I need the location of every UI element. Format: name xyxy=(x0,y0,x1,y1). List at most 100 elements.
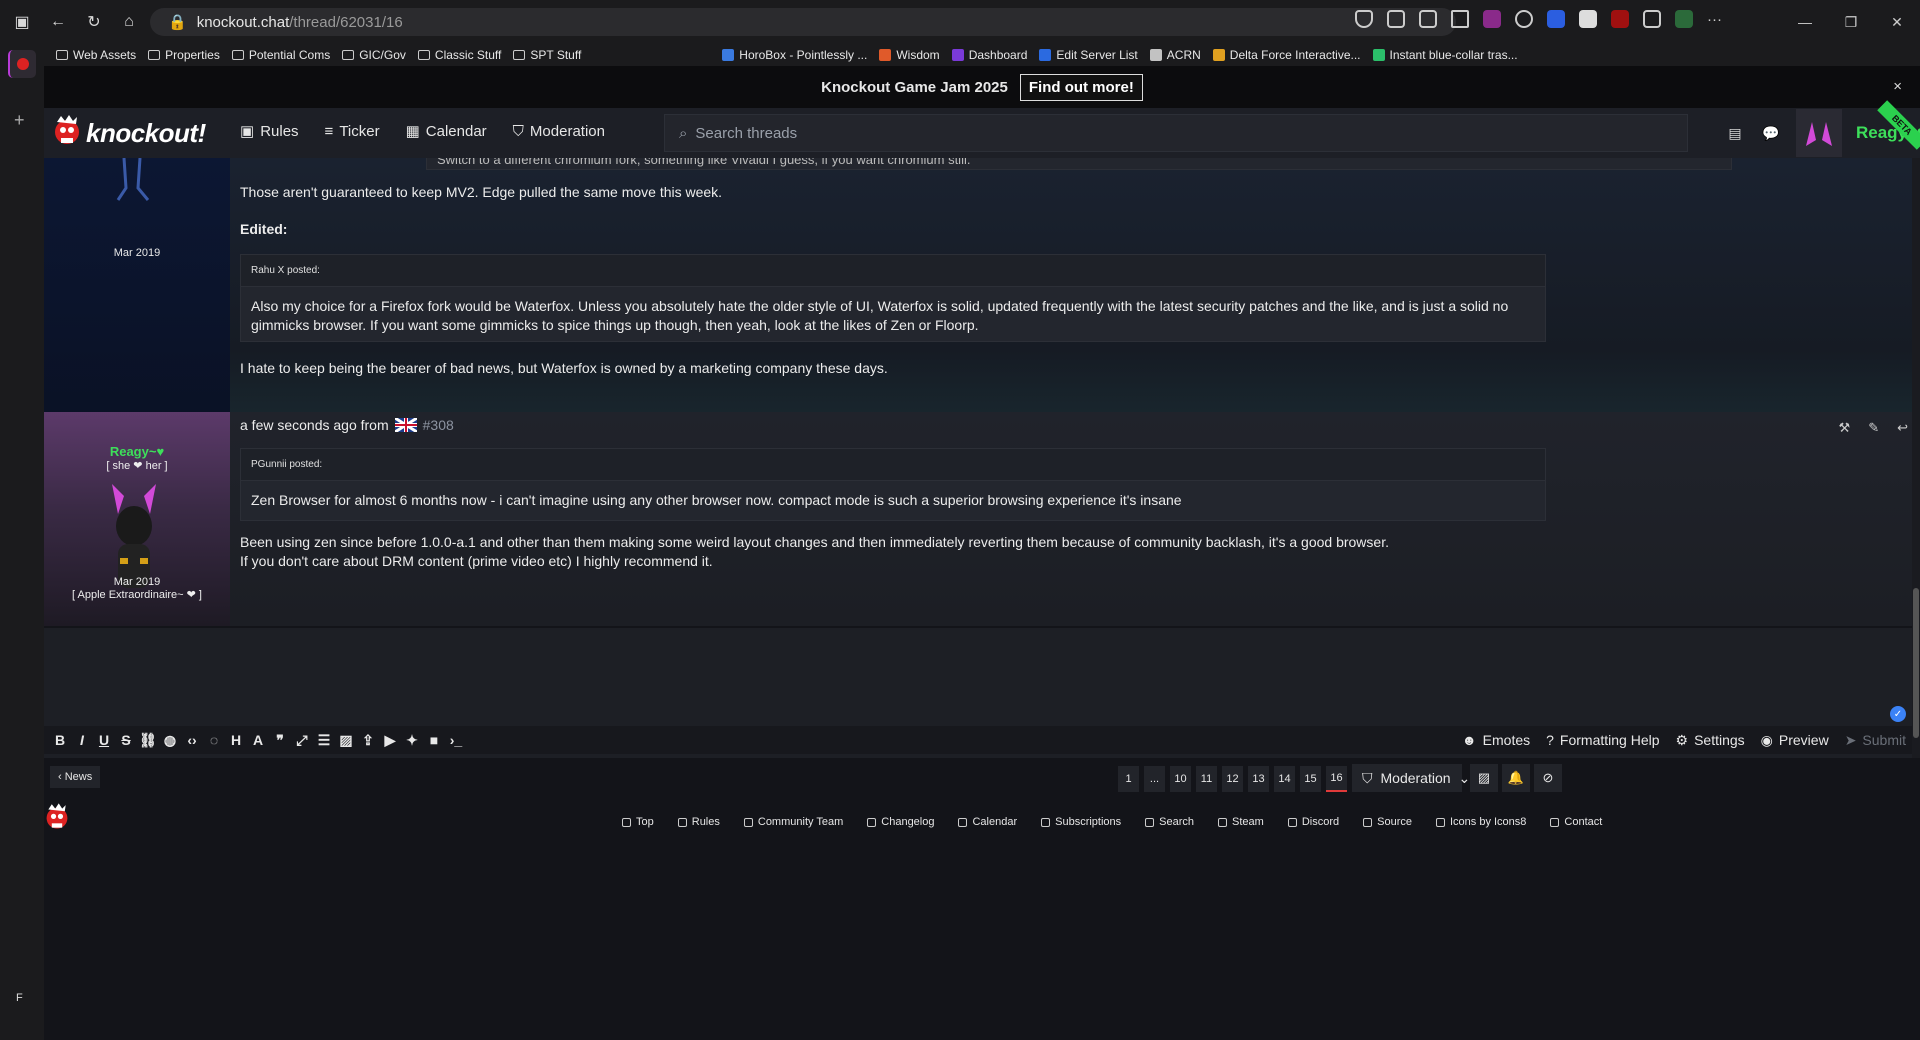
page-button[interactable]: 11 xyxy=(1196,766,1217,792)
expand-icon[interactable]: ⤢ xyxy=(294,732,310,748)
page-scrollbar[interactable] xyxy=(1912,158,1920,758)
terminal-icon[interactable]: ›_ xyxy=(448,732,464,748)
footer-link[interactable]: Top xyxy=(622,816,654,828)
quote-header[interactable]: Rahu X posted: xyxy=(241,255,1545,287)
globe-icon[interactable]: ◍ xyxy=(162,732,178,748)
underline-icon[interactable]: U xyxy=(96,732,112,748)
reply-icon[interactable]: ↩ xyxy=(1897,420,1908,436)
moderation-dropdown[interactable]: ⛉ Moderation ⌄ xyxy=(1352,764,1470,792)
bookmark-item[interactable]: Potential Coms xyxy=(231,48,330,62)
bookmark-item[interactable]: Instant blue-collar tras... xyxy=(1372,48,1518,62)
edit-icon[interactable]: ✎ xyxy=(1868,420,1879,436)
footer-link[interactable]: Changelog xyxy=(867,816,934,828)
footer-mascot-icon[interactable] xyxy=(44,802,70,836)
page-button[interactable]: 15 xyxy=(1300,766,1321,792)
bookmark-item[interactable]: Web Assets xyxy=(56,48,136,62)
search-input[interactable]: ⌕ Search threads xyxy=(664,114,1688,152)
nav-calendar[interactable]: ▦ Calendar xyxy=(406,122,487,141)
image-icon[interactable]: ▨ xyxy=(338,732,354,748)
footer-link[interactable]: Source xyxy=(1363,816,1412,828)
settings-button[interactable]: ⚙ Settings xyxy=(1676,732,1745,749)
footer-link[interactable]: Discord xyxy=(1287,816,1339,828)
bookmark-item[interactable]: Wisdom xyxy=(879,48,940,62)
bold-icon[interactable]: B xyxy=(52,732,68,748)
circle-extension-icon[interactable] xyxy=(1515,10,1533,28)
bookmark-icon[interactable] xyxy=(1451,10,1469,28)
author-name[interactable]: Reagy~♥ xyxy=(44,444,230,459)
bitwarden-icon[interactable] xyxy=(1547,10,1565,28)
footer-link[interactable]: Steam xyxy=(1218,816,1264,828)
nav-rules[interactable]: ▣ Rules xyxy=(240,122,299,141)
green-extension-icon[interactable] xyxy=(1675,10,1693,28)
ublock-icon[interactable] xyxy=(1611,10,1629,28)
quote-icon[interactable]: ❞ xyxy=(272,732,288,748)
page-button[interactable]: 13 xyxy=(1248,766,1269,792)
bookmark-item[interactable]: Classic Stuff xyxy=(417,48,501,62)
submit-button[interactable]: ➤ Submit xyxy=(1845,732,1906,749)
shield-extension-icon[interactable] xyxy=(1355,10,1373,28)
more-menu-icon[interactable]: ··· xyxy=(1707,11,1722,28)
badge-extension-icon[interactable] xyxy=(1643,10,1661,28)
new-tab-button[interactable]: + xyxy=(14,110,25,131)
formatting-help-button[interactable]: ? Formatting Help xyxy=(1546,732,1659,748)
banner-close-button[interactable]: × xyxy=(1893,78,1902,95)
font-size-icon[interactable]: A xyxy=(250,732,266,748)
list-icon[interactable]: ☰ xyxy=(316,732,332,748)
link-icon[interactable]: ⛓ xyxy=(139,732,157,748)
bookmark-item[interactable]: Properties xyxy=(148,48,220,62)
home-button[interactable]: ⌂ xyxy=(115,8,143,36)
translate-icon[interactable] xyxy=(1419,10,1437,28)
bookmark-item[interactable]: SPT Stuff xyxy=(513,48,581,62)
page-button[interactable]: 10 xyxy=(1170,766,1191,792)
quote-header[interactable]: PGunnii posted: xyxy=(241,449,1545,481)
footer-link[interactable]: Contact xyxy=(1550,816,1602,828)
spoiler-icon[interactable]: ◌ xyxy=(206,732,222,748)
bookmark-item[interactable]: GIC/Gov xyxy=(342,48,406,62)
active-tab[interactable] xyxy=(8,50,36,78)
code-icon[interactable]: ‹› xyxy=(184,732,200,748)
italic-icon[interactable]: I xyxy=(74,732,90,748)
back-button[interactable]: ← xyxy=(44,8,72,36)
gavel-icon[interactable]: ⚒ xyxy=(1839,420,1851,436)
news-back-button[interactable]: ‹ News xyxy=(50,766,101,788)
sidebar-toggle-icon[interactable]: ▣ xyxy=(8,8,36,36)
minimize-button[interactable]: — xyxy=(1782,0,1828,44)
mail-icon[interactable] xyxy=(1579,10,1597,28)
footer-link[interactable]: Rules xyxy=(677,816,720,828)
footer-link[interactable]: Icons by Icons8 xyxy=(1435,816,1526,828)
nav-moderation[interactable]: ⛉ Moderation xyxy=(513,122,605,140)
bell-icon[interactable]: 🔔 xyxy=(1502,764,1530,792)
bookmark-item[interactable]: ACRN xyxy=(1149,48,1201,62)
restore-button[interactable]: ❐ xyxy=(1828,0,1874,44)
image-toggle-icon[interactable]: ▨ xyxy=(1470,764,1498,792)
footer-link[interactable]: Calendar xyxy=(958,816,1017,828)
strikethrough-icon[interactable]: S xyxy=(118,732,134,748)
footer-link[interactable]: Subscriptions xyxy=(1041,816,1121,828)
twitter-icon[interactable]: ✦ xyxy=(404,732,420,748)
video-icon[interactable]: ■ xyxy=(426,732,442,748)
user-avatar[interactable] xyxy=(1796,109,1842,157)
close-window-button[interactable]: ✕ xyxy=(1874,0,1920,44)
address-bar[interactable]: 🔒 knockout.chat/thread/62031/16 xyxy=(150,8,1456,36)
avatar-extension-icon[interactable] xyxy=(1483,10,1501,28)
bookmark-item[interactable]: Delta Force Interactive... xyxy=(1212,48,1361,62)
scrollbar-thumb[interactable] xyxy=(1913,588,1919,738)
upload-icon[interactable]: ⇪ xyxy=(360,732,376,748)
find-out-more-button[interactable]: Find out more! xyxy=(1019,73,1143,101)
messages-icon[interactable]: 💬 xyxy=(1760,122,1782,144)
reload-button[interactable]: ↻ xyxy=(80,8,108,36)
bookmark-item[interactable]: HoroBox - Pointlessly ... xyxy=(722,48,867,62)
footer-link[interactable]: Community Team xyxy=(743,816,843,828)
page-button[interactable]: 1 xyxy=(1118,766,1139,792)
bookmark-item[interactable]: Edit Server List xyxy=(1039,48,1138,62)
page-button[interactable]: 16 xyxy=(1326,766,1347,792)
post-number[interactable]: #308 xyxy=(423,417,454,433)
page-button[interactable]: 12 xyxy=(1222,766,1243,792)
reader-icon[interactable] xyxy=(1387,10,1405,28)
subscriptions-icon[interactable]: ▤ xyxy=(1724,122,1746,144)
site-logo[interactable]: knockout! xyxy=(52,114,206,152)
heading-icon[interactable]: H xyxy=(228,732,244,748)
page-button[interactable]: 14 xyxy=(1274,766,1295,792)
youtube-icon[interactable]: ▶ xyxy=(382,732,398,748)
bookmark-item[interactable]: Dashboard xyxy=(951,48,1027,62)
